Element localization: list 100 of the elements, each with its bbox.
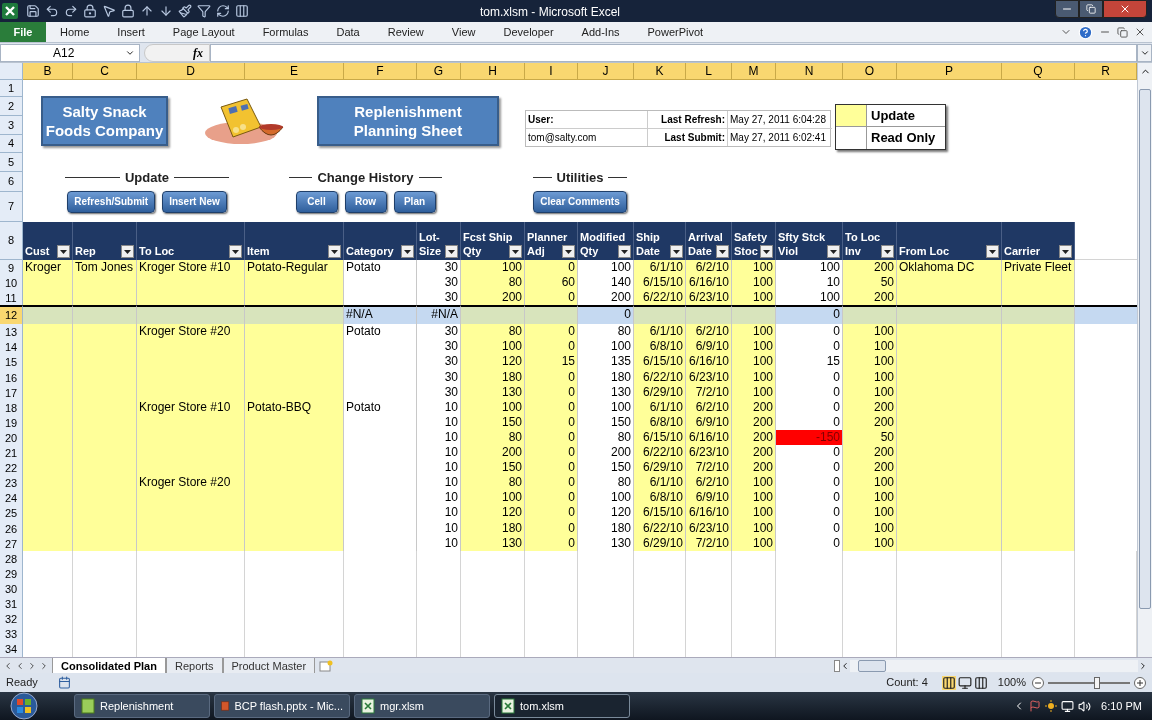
ribbon-tab[interactable]: PowerPivot — [633, 22, 718, 42]
column-header[interactable]: B — [23, 63, 73, 80]
filter-button[interactable] — [401, 245, 414, 258]
macro-button[interactable]: Cell — [295, 190, 338, 213]
macro-record-icon[interactable] — [57, 676, 71, 689]
select-all-corner[interactable] — [0, 63, 23, 80]
row-number[interactable]: 1 — [0, 80, 23, 97]
row-number[interactable]: 3 — [0, 116, 23, 135]
macro-button[interactable]: Clear Comments — [533, 190, 627, 213]
table-cell[interactable] — [525, 305, 578, 326]
ribbon-tab[interactable]: Insert — [103, 22, 159, 42]
filter-button[interactable] — [445, 245, 458, 258]
row-number[interactable]: 8 — [0, 222, 23, 260]
split-handle[interactable] — [834, 659, 840, 672]
close-button[interactable] — [1103, 0, 1147, 18]
filter-button[interactable] — [562, 245, 575, 258]
column-header[interactable]: C — [73, 63, 137, 80]
table-cell[interactable] — [1002, 305, 1075, 326]
brush-icon[interactable] — [178, 4, 192, 18]
filter-button[interactable] — [827, 245, 840, 258]
help-icon[interactable] — [1078, 24, 1093, 40]
filter-button[interactable] — [229, 245, 242, 258]
column-header[interactable]: M — [732, 63, 776, 80]
row-number[interactable]: 5 — [0, 153, 23, 172]
table-cell[interactable]: #N/A — [417, 305, 461, 326]
network-icon[interactable] — [1061, 699, 1075, 713]
ribbon-tab[interactable]: View — [437, 22, 490, 42]
table-cell[interactable] — [897, 305, 1002, 326]
row-number[interactable]: 6 — [0, 172, 23, 192]
excel-icon[interactable] — [2, 3, 18, 19]
column-header[interactable]: F — [344, 63, 417, 80]
filter-button[interactable] — [509, 245, 522, 258]
refresh-icon[interactable] — [216, 4, 230, 18]
pointer-icon[interactable] — [102, 4, 116, 18]
table-cell[interactable] — [461, 305, 525, 326]
table-cell[interactable]: #N/A — [344, 305, 417, 326]
ribbon-tab[interactable]: Data — [322, 22, 374, 42]
next-sheet-icon[interactable] — [27, 660, 37, 671]
ribbon-tab[interactable]: Page Layout — [158, 22, 249, 42]
macro-button[interactable]: Insert New — [162, 190, 227, 213]
file-tab[interactable]: File — [0, 22, 46, 42]
filter-button[interactable] — [618, 245, 631, 258]
ribbon-tab[interactable]: Review — [373, 22, 438, 42]
close-icon[interactable] — [1134, 26, 1146, 38]
page-layout-icon[interactable] — [957, 675, 972, 690]
filter-button[interactable] — [1059, 245, 1072, 258]
table-cell[interactable] — [732, 305, 776, 326]
filter-button[interactable] — [328, 245, 341, 258]
restore-icon[interactable] — [1117, 26, 1128, 38]
row-number[interactable]: 12 — [0, 305, 23, 326]
table-cell[interactable]: 0 — [578, 305, 634, 326]
first-sheet-icon[interactable] — [3, 660, 13, 671]
table-cell[interactable] — [686, 305, 732, 326]
columns-icon[interactable] — [235, 4, 249, 18]
row-number[interactable]: 2 — [0, 97, 23, 116]
macro-button[interactable]: Row — [344, 190, 387, 213]
save-icon[interactable] — [26, 4, 40, 18]
redo-icon[interactable] — [64, 4, 78, 18]
formula-input[interactable] — [210, 43, 1137, 62]
previous-sheet-icon[interactable] — [15, 660, 25, 671]
column-header[interactable]: P — [897, 63, 1002, 80]
table-cell[interactable]: 0 — [776, 305, 843, 326]
ribbon-tab[interactable]: Home — [46, 22, 104, 42]
sun-icon[interactable] — [1045, 700, 1058, 712]
macro-button[interactable]: Refresh/Submit — [67, 190, 156, 213]
normal-view-icon[interactable] — [941, 675, 956, 690]
insert-function-button[interactable]: fx — [193, 43, 203, 62]
taskbar-button[interactable]: BCP flash.pptx - Mic... — [214, 694, 350, 718]
scroll-right-icon[interactable] — [1138, 660, 1148, 671]
lock-icon[interactable] — [83, 4, 97, 18]
ribbon-tab[interactable]: Add-Ins — [567, 22, 634, 42]
column-header[interactable]: I — [525, 63, 578, 80]
horizontal-scrollbar-thumb[interactable] — [858, 659, 886, 672]
column-header[interactable]: O — [843, 63, 897, 80]
row-number[interactable]: 7 — [0, 192, 23, 222]
column-header[interactable]: G — [417, 63, 461, 80]
filter-button[interactable] — [986, 245, 999, 258]
macro-button[interactable]: Plan — [393, 190, 436, 213]
table-cell[interactable] — [843, 305, 897, 326]
taskbar-button[interactable]: tom.xlsm — [494, 694, 630, 718]
zoom-slider-thumb[interactable] — [1094, 676, 1101, 689]
column-header[interactable]: L — [686, 63, 732, 80]
zoom-in-icon[interactable] — [1134, 676, 1146, 689]
row-number[interactable]: 4 — [0, 135, 23, 153]
table-cell[interactable] — [1075, 305, 1137, 326]
restore-button[interactable] — [1079, 0, 1103, 18]
sheet-tab[interactable]: Product Master — [222, 658, 316, 673]
ribbon-tab[interactable]: Formulas — [248, 22, 323, 42]
taskbar-button[interactable]: mgr.xlsm — [354, 694, 490, 718]
column-header[interactable]: D — [137, 63, 245, 80]
column-header[interactable]: R — [1075, 63, 1137, 80]
taskbar-button[interactable]: Replenishment — [74, 694, 210, 718]
flag-icon[interactable] — [1029, 700, 1042, 712]
filter-icon[interactable] — [197, 4, 211, 18]
table-cell[interactable] — [245, 305, 344, 326]
table-cell[interactable] — [634, 305, 686, 326]
volume-icon[interactable] — [1078, 699, 1092, 713]
sheet-tab[interactable]: Reports — [165, 658, 223, 673]
minimize-button[interactable] — [1055, 0, 1079, 18]
filter-button[interactable] — [57, 245, 70, 258]
